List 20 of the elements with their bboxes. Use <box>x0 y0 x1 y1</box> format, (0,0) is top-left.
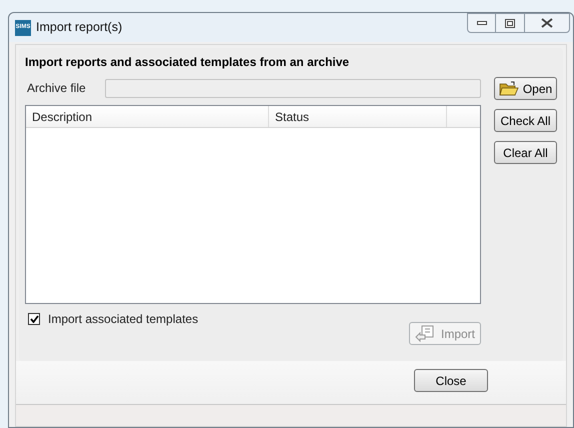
column-header[interactable]: Description <box>26 106 269 127</box>
import-icon <box>414 324 435 342</box>
field-label: Archive file <box>26 80 87 97</box>
minimize-icon <box>476 21 486 25</box>
table-action-button[interactable]: Check All <box>494 109 557 132</box>
section-title: Import reports and associated templates from an archive <box>25 54 350 71</box>
minimize-button[interactable] <box>467 13 496 33</box>
close-window-button[interactable] <box>524 13 570 33</box>
checkbox-label: Import associated templates <box>48 311 198 328</box>
check-icon <box>30 315 38 323</box>
open-button[interactable]: Open <box>494 77 557 100</box>
maximize-button[interactable] <box>496 13 524 33</box>
close-icon <box>541 18 553 28</box>
column-header[interactable]: Status <box>269 106 447 127</box>
checkbox[interactable] <box>28 313 40 325</box>
table-action-button[interactable]: Clear All <box>494 141 557 164</box>
close-button[interactable]: Close <box>414 369 488 392</box>
window-title: Import report(s) <box>36 19 122 36</box>
folder-icon <box>498 80 519 96</box>
maximize-icon <box>505 18 515 28</box>
